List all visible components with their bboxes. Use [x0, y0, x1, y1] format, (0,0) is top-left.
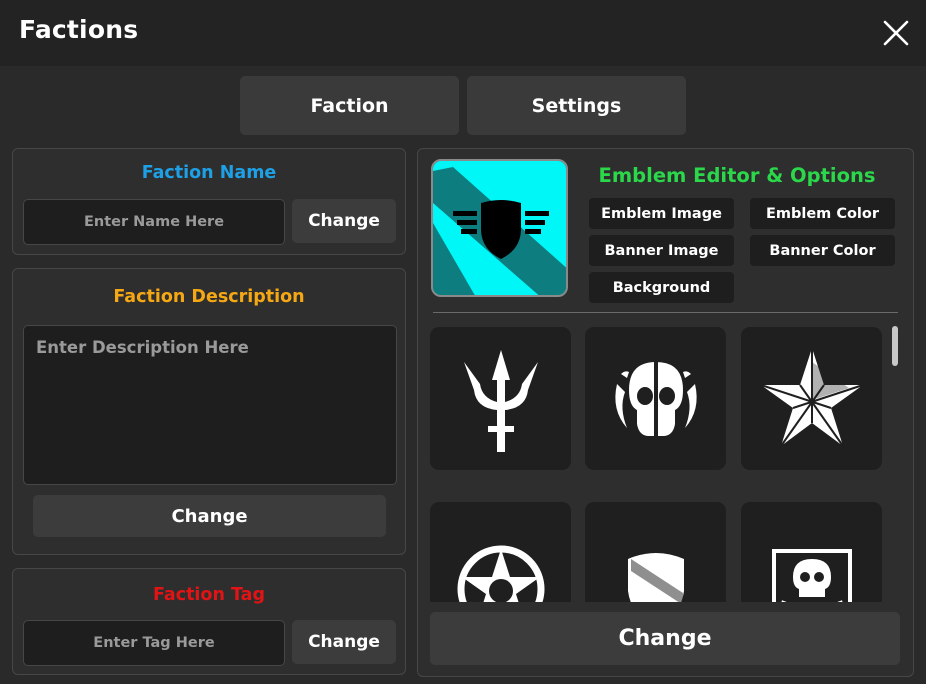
banner-color-option[interactable]: Banner Color	[750, 235, 895, 266]
faction-name-panel: Faction Name Enter Name Here Change	[12, 148, 406, 255]
emblem-image-option[interactable]: Emblem Image	[589, 198, 734, 229]
trident-icon	[463, 349, 538, 452]
tab-settings[interactable]: Settings	[467, 76, 686, 135]
emblem-tile-trident[interactable]	[430, 327, 571, 470]
faction-name-input[interactable]: Enter Name Here	[23, 199, 285, 245]
emblem-tile-skull[interactable]	[585, 327, 726, 470]
close-icon[interactable]	[881, 18, 911, 48]
emblem-tile-skull-crossbones[interactable]	[741, 502, 882, 602]
faction-tag-panel: Faction Tag Enter Tag Here Change	[12, 568, 406, 675]
winged-shield-icon	[453, 200, 549, 259]
background-option[interactable]: Background	[589, 272, 734, 303]
faction-description-change-button[interactable]: Change	[33, 495, 386, 537]
divider	[433, 312, 898, 313]
tab-faction[interactable]: Faction	[240, 76, 459, 135]
window-title: Factions	[19, 15, 139, 44]
title-bar: Factions	[0, 0, 926, 66]
emblem-preview	[431, 159, 568, 297]
emblem-tile-shield[interactable]	[585, 502, 726, 602]
skull-icon	[614, 361, 697, 436]
star-icon	[760, 347, 863, 447]
emblem-tile-circle-star[interactable]	[430, 502, 571, 602]
faction-name-placeholder: Enter Name Here	[83, 214, 225, 230]
emblem-editor-title: Emblem Editor & Options	[598, 164, 876, 187]
shield-icon	[627, 552, 684, 602]
faction-tag-input[interactable]: Enter Tag Here	[23, 620, 285, 666]
faction-name-title: Faction Name	[141, 163, 277, 183]
faction-tag-title: Faction Tag	[152, 585, 266, 605]
circle-star-icon	[457, 545, 544, 602]
faction-tag-change-button[interactable]: Change	[292, 620, 396, 664]
banner-image-option[interactable]: Banner Image	[589, 235, 734, 266]
emblem-grid	[430, 323, 890, 602]
faction-description-input[interactable]: Enter Description Here	[23, 325, 397, 485]
faction-description-title: Faction Description	[113, 287, 305, 307]
faction-description-panel: Faction Description Enter Description He…	[12, 268, 406, 555]
faction-description-placeholder: Enter Description Here	[36, 338, 249, 357]
emblem-color-option[interactable]: Emblem Color	[750, 198, 895, 229]
skull-crossbones-icon	[771, 548, 852, 602]
emblem-tile-star[interactable]	[741, 327, 882, 470]
faction-tag-placeholder: Enter Tag Here	[93, 635, 215, 651]
faction-name-change-button[interactable]: Change	[292, 199, 396, 243]
emblem-grid-scrollbar[interactable]	[892, 326, 898, 366]
emblem-change-button[interactable]: Change	[430, 612, 900, 665]
